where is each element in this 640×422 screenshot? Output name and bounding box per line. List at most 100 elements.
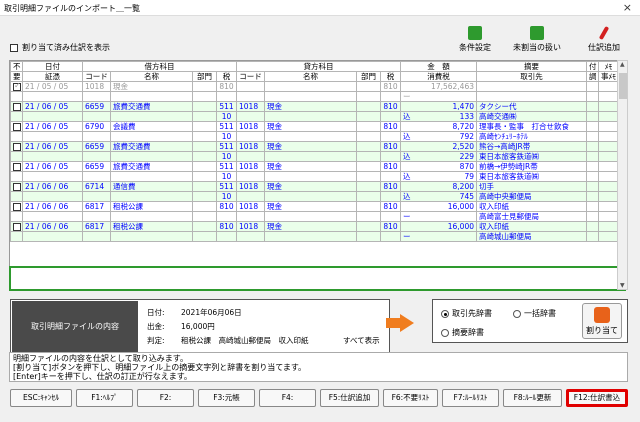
sub-empty[interactable] (10, 191, 23, 202)
sub-empty[interactable] (110, 91, 193, 102)
fkey-button[interactable]: F6:不要ﾘｽﾄ (383, 389, 438, 407)
attach[interactable] (586, 221, 599, 232)
debit-tax[interactable]: 511 (216, 181, 237, 192)
partner-dict-option[interactable]: 取引先辞書 (441, 308, 492, 319)
show-assigned-option[interactable]: 割り当て済み仕訳を表示 (10, 42, 110, 53)
memo[interactable]: 収入印紙 (476, 221, 587, 232)
fkey-button[interactable]: F5:仕訳追加 (320, 389, 379, 407)
debit-tax[interactable]: 511 (216, 161, 237, 172)
table-row[interactable]: 21 / 06 / 06 6817 租税公課 810 1018 現金 810 16,000 収入… (10, 221, 618, 232)
memo[interactable]: 収入印紙 (476, 201, 587, 212)
close-icon[interactable]: × (623, 1, 632, 14)
debit-tax[interactable]: 511 (216, 141, 237, 152)
partner[interactable]: 東日本旅客鉄道㈱ (476, 171, 587, 182)
sub-empty[interactable] (598, 91, 618, 102)
partner[interactable]: 高崎ｾﾝﾁｭﾘｰﾎﾃﾙ (476, 131, 587, 142)
credit-name[interactable]: 現金 (264, 221, 357, 232)
table-row[interactable]: 21 / 06 / 05 6659 旅費交通費 511 1018 現金 810 1,470 タク… (10, 101, 618, 112)
credit-tax[interactable]: 810 (380, 161, 401, 172)
debit-tax-rate[interactable]: 10 (216, 131, 237, 142)
sub-empty[interactable] (236, 111, 265, 122)
credit-tax[interactable]: 810 (380, 81, 401, 92)
sub-empty[interactable] (110, 191, 193, 202)
sub-empty[interactable] (82, 131, 111, 142)
row-checkbox[interactable] (10, 221, 23, 232)
row-checkbox-box[interactable] (13, 183, 21, 191)
debit-dept[interactable] (192, 221, 217, 232)
row-checkbox[interactable] (10, 181, 23, 192)
note[interactable] (598, 121, 618, 132)
sub-empty[interactable] (110, 231, 193, 242)
sub-empty[interactable] (82, 91, 111, 102)
sub-empty[interactable] (10, 211, 23, 222)
tax[interactable]: ー (400, 211, 477, 222)
credit-name[interactable]: 現金 (264, 161, 357, 172)
sub-empty[interactable] (236, 91, 265, 102)
unassigned-handling-button[interactable]: 未割当の扱い (512, 26, 562, 53)
sub-empty[interactable] (10, 231, 23, 242)
debit-code[interactable]: 1018 (82, 81, 111, 92)
sub-empty[interactable] (192, 211, 217, 222)
sub-empty[interactable] (356, 151, 381, 162)
credit-name[interactable]: 現金 (264, 101, 357, 112)
debit-tax[interactable]: 810 (216, 201, 237, 212)
sub-empty[interactable] (356, 111, 381, 122)
attach[interactable] (586, 141, 599, 152)
memo-dict-option[interactable]: 摘要辞書 (441, 327, 484, 338)
bulk-dict-option[interactable]: 一括辞書 (513, 308, 556, 319)
debit-dept[interactable] (192, 121, 217, 132)
sub-empty[interactable] (192, 91, 217, 102)
debit-tax-rate[interactable]: 10 (216, 151, 237, 162)
vertical-scrollbar[interactable]: ▲ ▼ (617, 60, 628, 290)
scroll-down-icon[interactable]: ▼ (620, 282, 625, 289)
sub-empty[interactable] (110, 211, 193, 222)
sub-empty[interactable] (598, 151, 618, 162)
debit-name[interactable]: 租税公課 (110, 201, 193, 212)
sub-empty[interactable] (264, 231, 357, 242)
row-date[interactable]: 21 / 06 / 05 (22, 161, 83, 172)
tax[interactable]: ー (400, 231, 477, 242)
sub-empty[interactable] (264, 91, 357, 102)
sub-empty[interactable] (82, 191, 111, 202)
sub-empty[interactable] (22, 111, 83, 122)
row-date[interactable]: 21 / 06 / 06 (22, 201, 83, 212)
credit-tax-rate[interactable] (380, 91, 401, 102)
bulk-dict-radio[interactable] (513, 309, 521, 318)
sub-empty[interactable] (82, 231, 111, 242)
tax[interactable]: 込 133 (400, 111, 477, 122)
amount[interactable]: 16,000 (400, 221, 477, 232)
partner[interactable]: 高崎中央郵便局 (476, 191, 587, 202)
sub-empty[interactable] (586, 111, 599, 122)
note[interactable] (598, 81, 618, 92)
row-date[interactable]: 21 / 06 / 05 (22, 101, 83, 112)
tax[interactable]: 込 229 (400, 151, 477, 162)
sub-empty[interactable] (264, 171, 357, 182)
add-entry-button[interactable]: 仕訳追加 (584, 25, 624, 53)
note[interactable] (598, 201, 618, 212)
sub-empty[interactable] (236, 231, 265, 242)
fkey-button[interactable]: F1:ﾍﾙﾌﾟ (76, 389, 133, 407)
credit-dept[interactable] (356, 141, 381, 152)
debit-code[interactable]: 6659 (82, 141, 111, 152)
fkey-button[interactable]: F4: (259, 389, 316, 407)
credit-code[interactable]: 1018 (236, 141, 265, 152)
debit-name[interactable]: 現金 (110, 81, 193, 92)
partner[interactable]: 高崎富士見郵便局 (476, 211, 587, 222)
partner[interactable] (476, 91, 587, 102)
row-checkbox[interactable] (10, 201, 23, 212)
credit-dept[interactable] (356, 81, 381, 92)
credit-code[interactable]: 1018 (236, 201, 265, 212)
memo[interactable]: タクシー代 (476, 101, 587, 112)
table-row[interactable]: 21 / 06 / 05 6659 旅費交通費 511 1018 現金 810 870 前橋→伊… (10, 161, 618, 172)
memo-dict-radio[interactable] (441, 328, 449, 337)
fkey-button[interactable]: F3:元帳 (198, 389, 255, 407)
sub-empty[interactable] (22, 211, 83, 222)
credit-code[interactable]: 1018 (236, 121, 265, 132)
sub-empty[interactable] (236, 171, 265, 182)
credit-tax[interactable]: 810 (380, 181, 401, 192)
sub-empty[interactable] (598, 171, 618, 182)
debit-code[interactable]: 6714 (82, 181, 111, 192)
sub-empty[interactable] (598, 131, 618, 142)
table-row-sub[interactable]: ー 高崎城山郵便局 (10, 231, 618, 242)
debit-dept[interactable] (192, 181, 217, 192)
